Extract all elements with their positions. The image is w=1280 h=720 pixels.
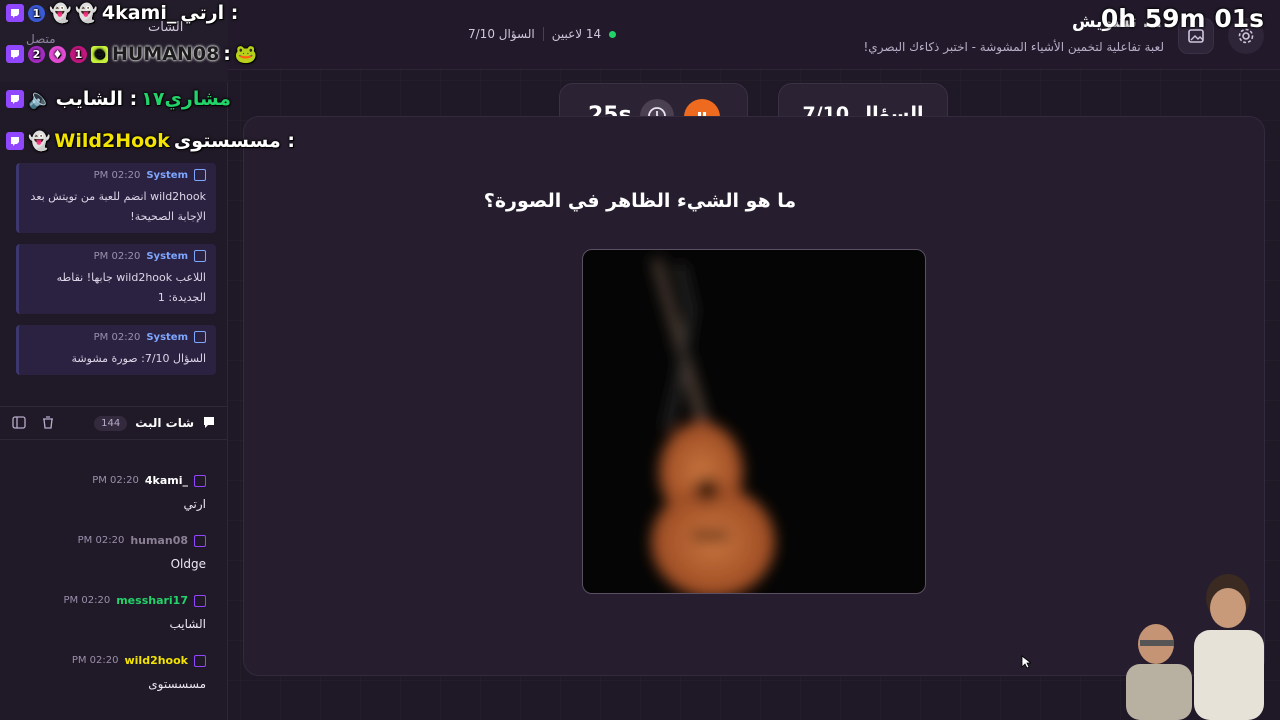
overlay-username: 4kami_ xyxy=(101,2,177,24)
webcam-overlay xyxy=(1118,568,1280,720)
diamond-icon: ♦ xyxy=(49,45,66,63)
mouse-cursor-icon xyxy=(1021,654,1033,673)
message-text: Oldge xyxy=(170,557,206,571)
system-author: System xyxy=(146,331,188,343)
message-time: 02:20 PM xyxy=(63,595,111,606)
message-text: مسسستوى xyxy=(148,677,206,691)
twitch-icon xyxy=(6,45,24,63)
stream-chat-title: شات البث xyxy=(135,416,194,430)
system-message: System 02:20 PM السؤال 7/10: صورة مشوشة xyxy=(16,325,216,375)
chat-message: messhari17 02:20 PM الشايب xyxy=(0,594,218,631)
blurred-image xyxy=(582,249,926,594)
cat-emote-icon: ☻ xyxy=(91,45,108,63)
message-time: 02:20 PM xyxy=(71,655,119,666)
message-text: الشايب xyxy=(169,617,206,631)
ghost-emote-icon: 👻 xyxy=(49,2,72,24)
twitch-icon xyxy=(194,474,206,487)
header-meta: 14 لاعبين السؤال 7/10 xyxy=(468,27,617,41)
overlay-username: HUMAN08 xyxy=(112,43,220,65)
chat-bubble-icon xyxy=(202,414,216,433)
twitch-icon xyxy=(6,4,24,22)
message-time: 02:20 PM xyxy=(93,250,141,262)
message-user: messhari17 xyxy=(116,594,188,607)
stream-timer: 0h 59m 01s xyxy=(1100,4,1264,33)
trash-icon[interactable] xyxy=(42,414,54,433)
message-user: wild2hook xyxy=(124,654,189,667)
system-author: System xyxy=(146,250,188,262)
stream-chat-header: شات البث 144 xyxy=(0,406,228,440)
system-text: السؤال 7/10: صورة مشوشة xyxy=(71,352,206,365)
overlay-message: الشايب : xyxy=(55,87,138,110)
players-count: 14 لاعبين xyxy=(551,27,602,41)
game-subtitle: لعبة تفاعلية لتخمين الأشياء المشوشة - اخ… xyxy=(863,40,1165,54)
meta-divider xyxy=(542,27,544,41)
overlay-username: Wild2Hook xyxy=(54,130,170,152)
twitch-icon xyxy=(6,132,24,150)
header-question-progress: السؤال 7/10 xyxy=(468,27,535,41)
overlay-chat-line: 👻 Wild2Hook مسسستوى : xyxy=(6,130,295,152)
ghost-emote-icon: 👻 xyxy=(75,2,98,24)
twitch-icon xyxy=(194,534,206,547)
message-user: human08 xyxy=(130,534,188,547)
app-root: 14 لاعبين السؤال 7/10 ... تشويش لعبة تفا… xyxy=(0,0,1280,720)
stream-chat-count: 144 xyxy=(94,415,128,431)
system-text: اللاعب wild2hook جابها! نقاطه الجديدة: 1 xyxy=(56,271,206,304)
system-author: System xyxy=(146,169,188,181)
rank-badge: 1 xyxy=(70,45,87,63)
message-user: _4kami xyxy=(144,474,188,487)
overlay-username: مشاري١٧ xyxy=(141,87,232,110)
message-time: 02:20 PM xyxy=(92,475,139,486)
overlay-chat-line: 🔈 الشايب : مشاري١٧ xyxy=(6,87,231,110)
system-icon xyxy=(194,331,206,343)
online-indicator xyxy=(609,30,617,38)
chat-message: wild2hook 02:20 PM مسسستوى xyxy=(0,654,218,691)
system-text: wild2hook انضم للعبة من تويتش بعد الإجاب… xyxy=(30,190,206,223)
system-message: System 02:20 PM اللاعب wild2hook جابها! ن… xyxy=(16,244,216,314)
sidebar-toggle-icon[interactable] xyxy=(12,414,26,433)
message-time: 02:20 PM xyxy=(93,331,141,343)
message-text: ارتي xyxy=(183,497,206,511)
system-icon xyxy=(194,169,206,181)
twitch-icon xyxy=(194,654,206,667)
guitar-icon xyxy=(651,258,775,593)
overlay-message: ارتي : xyxy=(180,2,239,24)
ghost-emote-icon: 👻 xyxy=(28,130,51,152)
subscriber-badge: 1 xyxy=(28,4,45,22)
system-icon xyxy=(194,250,206,262)
overlay-message: : xyxy=(223,43,231,65)
twitch-icon xyxy=(6,89,24,108)
twitch-icon xyxy=(194,594,206,607)
system-message: System 02:20 PM wild2hook انضم للعبة من ت… xyxy=(16,163,216,233)
overlay-message: مسسستوى : xyxy=(173,130,295,152)
overlay-chat-line: 1 👻 👻 4kami_ ارتي : xyxy=(6,2,238,24)
chat-message: human08 02:20 PM Oldge xyxy=(0,534,218,571)
overlay-chat-line: 2 ♦ 1 ☻ HUMAN08 : 🐸 xyxy=(6,43,257,65)
chat-message: _4kami 02:20 PM ارتي xyxy=(0,474,218,511)
gift-badge: 2 xyxy=(28,45,45,63)
message-time: 02:20 PM xyxy=(93,169,141,181)
message-time: 02:20 PM xyxy=(77,535,125,546)
speaker-icon: 🔈 xyxy=(28,88,52,110)
frog-emote-icon: 🐸 xyxy=(234,43,258,65)
